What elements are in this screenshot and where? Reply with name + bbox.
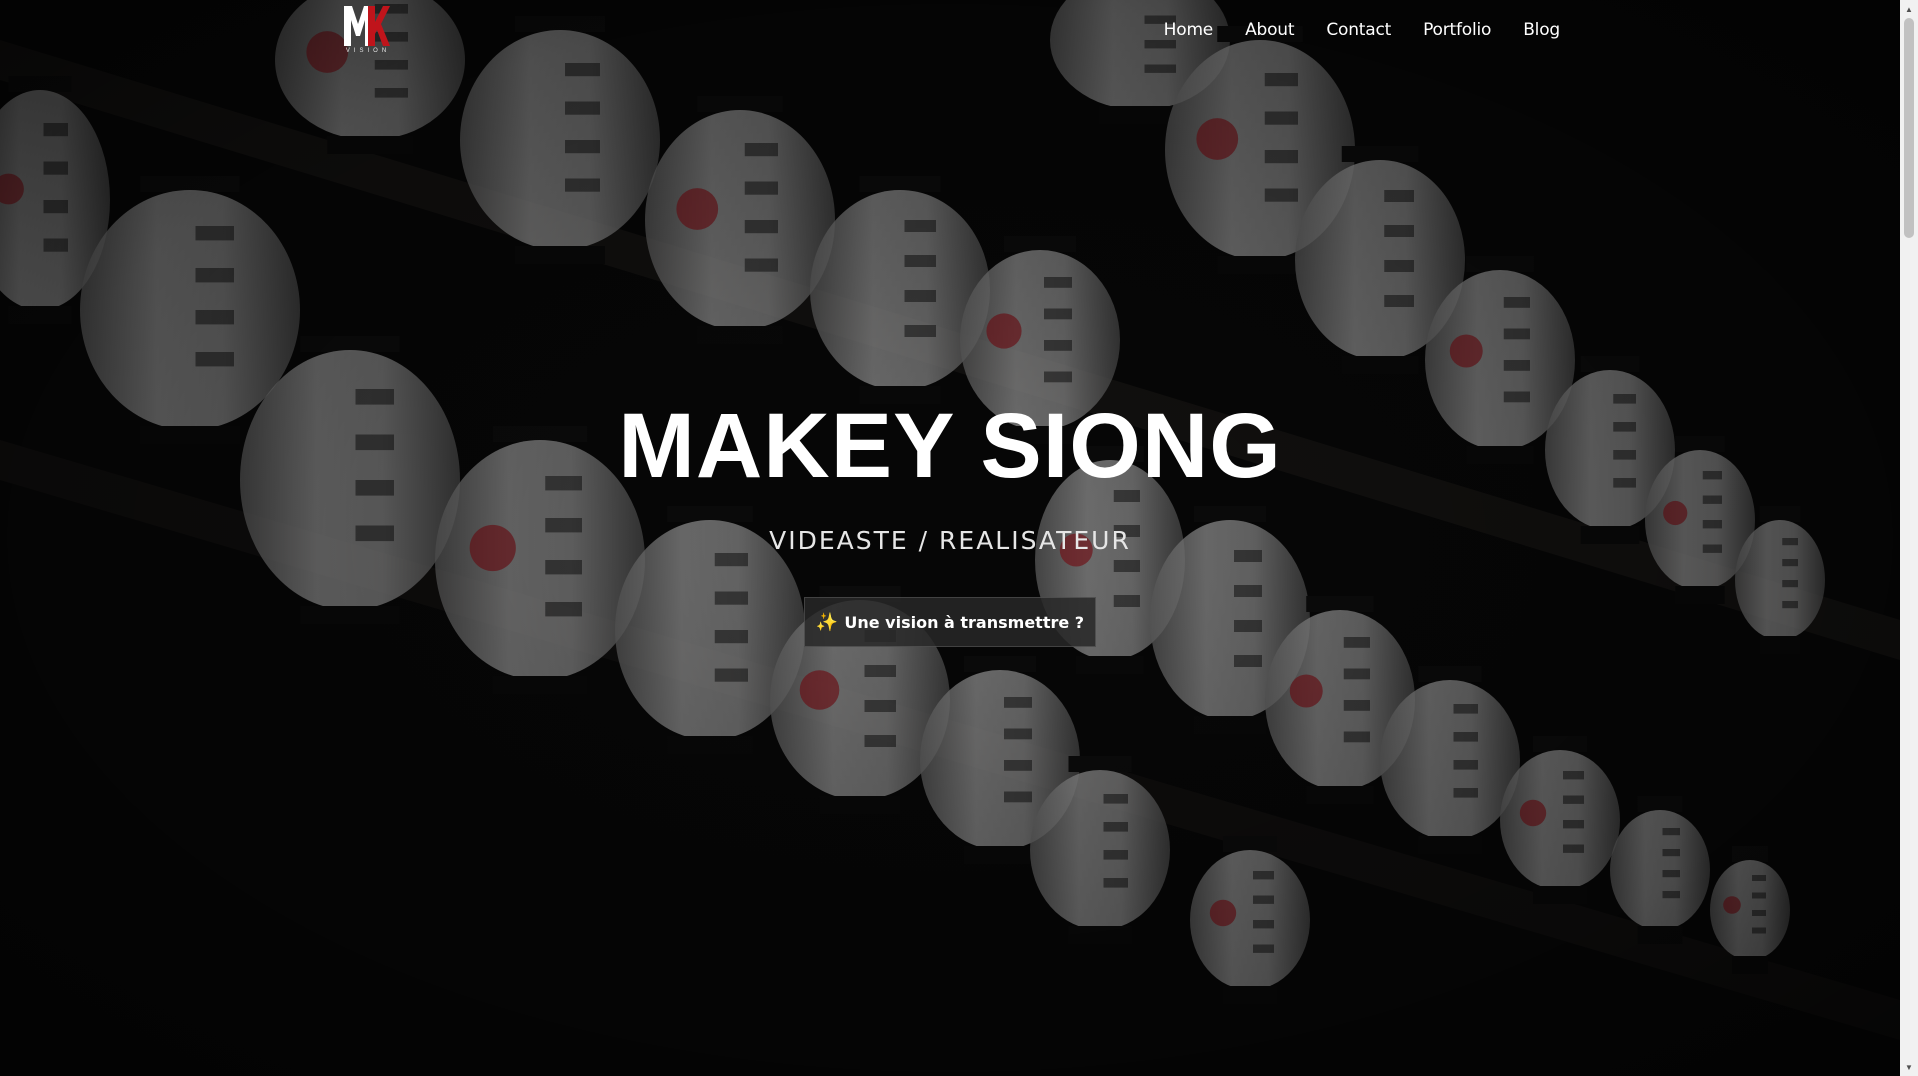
hero-subtitle: VIDEASTE / REALISATEUR bbox=[769, 526, 1131, 555]
nav-link-portfolio[interactable]: Portfolio bbox=[1423, 20, 1491, 40]
cta-button[interactable]: ✨ Une vision à transmettre ? bbox=[804, 597, 1096, 647]
logo-mark-icon bbox=[344, 6, 390, 46]
hero-section: MAKEY SIONG VIDEASTE / REALISATEUR ✨ Une… bbox=[0, 400, 1900, 647]
hero-title: MAKEY SIONG bbox=[618, 395, 1282, 497]
scroll-down-arrow-icon[interactable]: ▼ bbox=[1900, 1058, 1918, 1076]
nav-link-contact[interactable]: Contact bbox=[1326, 20, 1391, 40]
page-scrollbar[interactable]: ▲ ▼ bbox=[1900, 0, 1918, 1076]
site-header: VISION Home About Contact Portfolio Blog bbox=[0, 0, 1900, 64]
cta-label: Une vision à transmettre ? bbox=[844, 612, 1085, 632]
scrollbar-thumb[interactable] bbox=[1904, 18, 1914, 238]
nav-link-home[interactable]: Home bbox=[1164, 20, 1214, 40]
main-nav: Home About Contact Portfolio Blog bbox=[1164, 20, 1561, 40]
logo[interactable]: VISION bbox=[340, 6, 396, 56]
logo-subtitle: VISION bbox=[345, 48, 391, 54]
nav-link-blog[interactable]: Blog bbox=[1523, 20, 1560, 40]
page: VISION Home About Contact Portfolio Blog… bbox=[0, 0, 1918, 1076]
nav-link-about[interactable]: About bbox=[1245, 20, 1294, 40]
sparkles-icon: ✨ bbox=[815, 611, 839, 633]
scroll-up-arrow-icon[interactable]: ▲ bbox=[1900, 0, 1918, 18]
